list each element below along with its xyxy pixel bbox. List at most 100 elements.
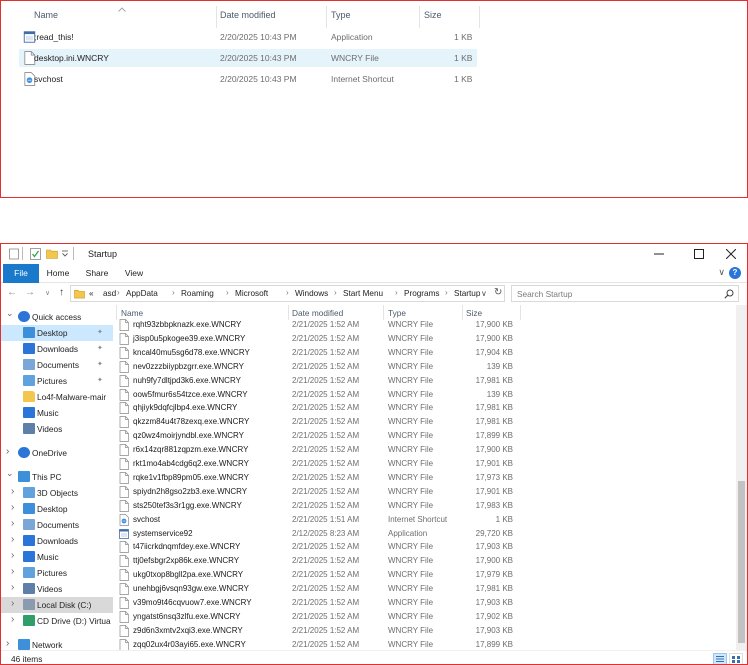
nav-item-onedrive[interactable]: › OneDrive (1, 445, 113, 461)
table-row[interactable]: rkt1mo4ab4cdg6q2.exe.WNCRY 2/21/2025 1:52… (115, 457, 515, 471)
table-row[interactable]: v39mo9t46cqvuow7.exe.WNCRY 2/21/2025 1:52… (115, 596, 515, 610)
chevron-right-icon[interactable]: › (6, 446, 9, 457)
table-row[interactable]: z9d6n3xmtv2xqi3.exe.WNCRY 2/21/2025 1:52 … (115, 624, 515, 638)
breadcrumb-item[interactable]: AppData (126, 289, 158, 298)
large-icons-view-button[interactable] (729, 653, 743, 664)
breadcrumb-chevron-icon[interactable]: › (172, 288, 175, 297)
table-row[interactable]: kncal40mu5sg6d78.exe.WNCRY 2/21/2025 1:52… (115, 346, 515, 360)
table-row[interactable]: rqke1v1fbp89pm05.exe.WNCRY 2/21/2025 1:52… (115, 471, 515, 485)
column-type[interactable]: Type (331, 10, 351, 20)
breadcrumb-item[interactable]: Startup (454, 289, 480, 298)
properties-icon[interactable] (30, 248, 41, 260)
nav-item-downloads[interactable]: › Downloads (1, 533, 113, 549)
table-row[interactable]: sts250tef3s3r1gg.exe.WNCRY 2/21/2025 1:52… (115, 499, 515, 513)
pin-icon[interactable]: ✦ (97, 328, 103, 336)
file-row[interactable]: ;read_this! 2/20/2025 10:43 PM Application… (19, 28, 477, 46)
chevron-right-icon[interactable]: › (11, 566, 14, 577)
table-row[interactable]: qkzzm84u4t78zexq.exe.WNCRY 2/21/2025 1:52… (115, 415, 515, 429)
chevron-right-icon[interactable]: › (11, 518, 14, 529)
column-name[interactable]: Name (34, 10, 58, 20)
minimize-button[interactable] (641, 244, 677, 264)
nav-item-videos[interactable]: › Videos (1, 581, 113, 597)
tab-home[interactable]: Home (43, 264, 73, 283)
table-row[interactable]: nuh9fy7dltjpd3k6.exe.WNCRY 2/21/2025 1:52… (115, 374, 515, 388)
nav-item-documents[interactable]: › Documents (1, 517, 113, 533)
breadcrumb-chevron-icon[interactable]: › (445, 288, 448, 297)
pin-icon[interactable]: ✦ (97, 376, 103, 384)
table-row[interactable]: nev0zzzbiiypbzgrr.exe.WNCRY 2/21/2025 1:5… (115, 360, 515, 374)
table-row[interactable]: r6x14zqr881zqpzm.exe.WNCRY 2/21/2025 1:52… (115, 443, 515, 457)
chevron-down-icon[interactable]: ⌄ (6, 308, 14, 319)
table-row[interactable]: yngatst6nsq3zlfu.exe.WNCRY 2/21/2025 1:52… (115, 610, 515, 624)
table-row[interactable]: spiydn2h8gso2zb3.exe.WNCRY 2/21/2025 1:52… (115, 485, 515, 499)
expand-ribbon-icon[interactable]: ∨ (718, 267, 725, 278)
table-row[interactable]: t47iicrkdnqmfdey.exe.WNCRY 2/21/2025 1:52… (115, 540, 515, 554)
column-name[interactable]: Name (121, 308, 143, 318)
chevron-right-icon[interactable]: › (11, 486, 14, 497)
nav-item-documents[interactable]: Documents ✦ (1, 357, 113, 373)
chevron-down-icon[interactable]: ⌄ (6, 468, 14, 479)
chevron-right-icon[interactable]: › (6, 638, 9, 649)
back-icon[interactable]: ← (7, 287, 17, 298)
breadcrumb-item[interactable]: asd (103, 289, 116, 298)
nav-item-downloads[interactable]: Downloads ✦ (1, 341, 113, 357)
breadcrumb-chevron-icon[interactable]: › (117, 288, 120, 297)
address-dropdown-icon[interactable]: ∨ (481, 289, 487, 298)
new-folder-icon[interactable] (46, 248, 58, 259)
search-input[interactable]: Search Startup (511, 285, 739, 302)
close-button[interactable] (713, 244, 747, 264)
chevron-right-icon[interactable]: › (11, 550, 14, 561)
nav-item-pictures[interactable]: Pictures ✦ (1, 373, 113, 389)
vertical-scrollbar[interactable] (736, 305, 747, 650)
table-row[interactable]: oow5fmur6s54tzce.exe.WNCRY 2/21/2025 1:52… (115, 388, 515, 402)
tab-file[interactable]: File (3, 264, 39, 283)
nav-item-desktop[interactable]: Desktop ✦ (1, 325, 113, 341)
refresh-icon[interactable]: ↻ (494, 287, 502, 298)
scrollbar-thumb[interactable] (738, 481, 745, 643)
table-row[interactable]: ukg0txop8bgll2pa.exe.WNCRY 2/21/2025 1:52… (115, 568, 515, 582)
chevron-right-icon[interactable]: › (11, 502, 14, 513)
table-row[interactable]: qhjiyk9dqfcjlbp4.exe.WNCRY 2/21/2025 1:52… (115, 401, 515, 415)
nav-item-videos[interactable]: Videos (1, 421, 113, 437)
chevron-right-icon[interactable]: › (11, 534, 14, 545)
maximize-button[interactable] (681, 244, 717, 264)
table-row[interactable]: j3isp0u5pkogee39.exe.WNCRY 2/21/2025 1:52… (115, 332, 515, 346)
chevron-right-icon[interactable]: › (11, 582, 14, 593)
nav-item-music[interactable]: Music (1, 405, 113, 421)
chevron-right-icon[interactable]: › (11, 598, 14, 609)
forward-icon[interactable]: → (25, 287, 35, 298)
file-row[interactable]: svchost 2/20/2025 10:43 PM Internet Shortc… (19, 70, 477, 88)
table-row[interactable]: ttj0efsbgr2xp86k.exe.WNCRY 2/21/2025 1:52… (115, 554, 515, 568)
breadcrumb-chevron-icon[interactable]: › (286, 288, 289, 297)
column-date-modified[interactable]: Date modified (292, 308, 343, 318)
column-size[interactable]: Size (424, 10, 442, 20)
file-row[interactable]: desktop.ini.WNCRY 2/20/2025 10:43 PM WNCRY… (19, 49, 477, 67)
chevron-right-icon[interactable]: › (11, 614, 14, 625)
details-view-button[interactable] (713, 653, 727, 664)
breadcrumb-chevron-icon[interactable]: › (226, 288, 229, 297)
breadcrumb-item[interactable]: Start Menu (343, 289, 383, 298)
table-row[interactable]: zqq02ux4r03ayi65.exe.WNCRY 2/21/2025 1:52… (115, 638, 515, 650)
help-icon[interactable]: ? (729, 267, 741, 279)
tab-view[interactable]: View (119, 264, 149, 283)
tab-share[interactable]: Share (81, 264, 113, 283)
recent-locations-icon[interactable]: ∨ (45, 289, 50, 297)
chevron-down-icon[interactable] (61, 248, 69, 259)
breadcrumb-item[interactable]: Roaming (181, 289, 214, 298)
nav-item-local-disk-c-[interactable]: › Local Disk (C:) (1, 597, 113, 613)
nav-item-3d-objects[interactable]: › 3D Objects (1, 485, 113, 501)
table-row[interactable]: qz0wz4moirjyndbl.exe.WNCRY 2/21/2025 1:52… (115, 429, 515, 443)
column-type[interactable]: Type (388, 308, 406, 318)
column-size[interactable]: Size (466, 308, 482, 318)
up-icon[interactable]: ↑ (59, 287, 64, 298)
breadcrumb-item[interactable]: Programs (404, 289, 440, 298)
table-row[interactable]: unehbgj6vsqn93gw.exe.WNCRY 2/21/2025 1:52… (115, 582, 515, 596)
address-bar[interactable]: «asd › AppData › Roaming › Microsoft › Windows › S… (70, 285, 505, 302)
breadcrumb-chevron-icon[interactable]: › (334, 288, 337, 297)
nav-item-music[interactable]: › Music (1, 549, 113, 565)
nav-item-quick-access[interactable]: ⌄ Quick access (1, 308, 113, 325)
table-row[interactable]: rqht93zbbpknazk.exe.WNCRY 2/21/2025 1:52 … (115, 318, 515, 332)
pin-icon[interactable]: ✦ (97, 360, 103, 368)
nav-item-pictures[interactable]: › Pictures (1, 565, 113, 581)
nav-item-cd-drive-d-virtua[interactable]: › CD Drive (D:) Virtua (1, 613, 113, 629)
